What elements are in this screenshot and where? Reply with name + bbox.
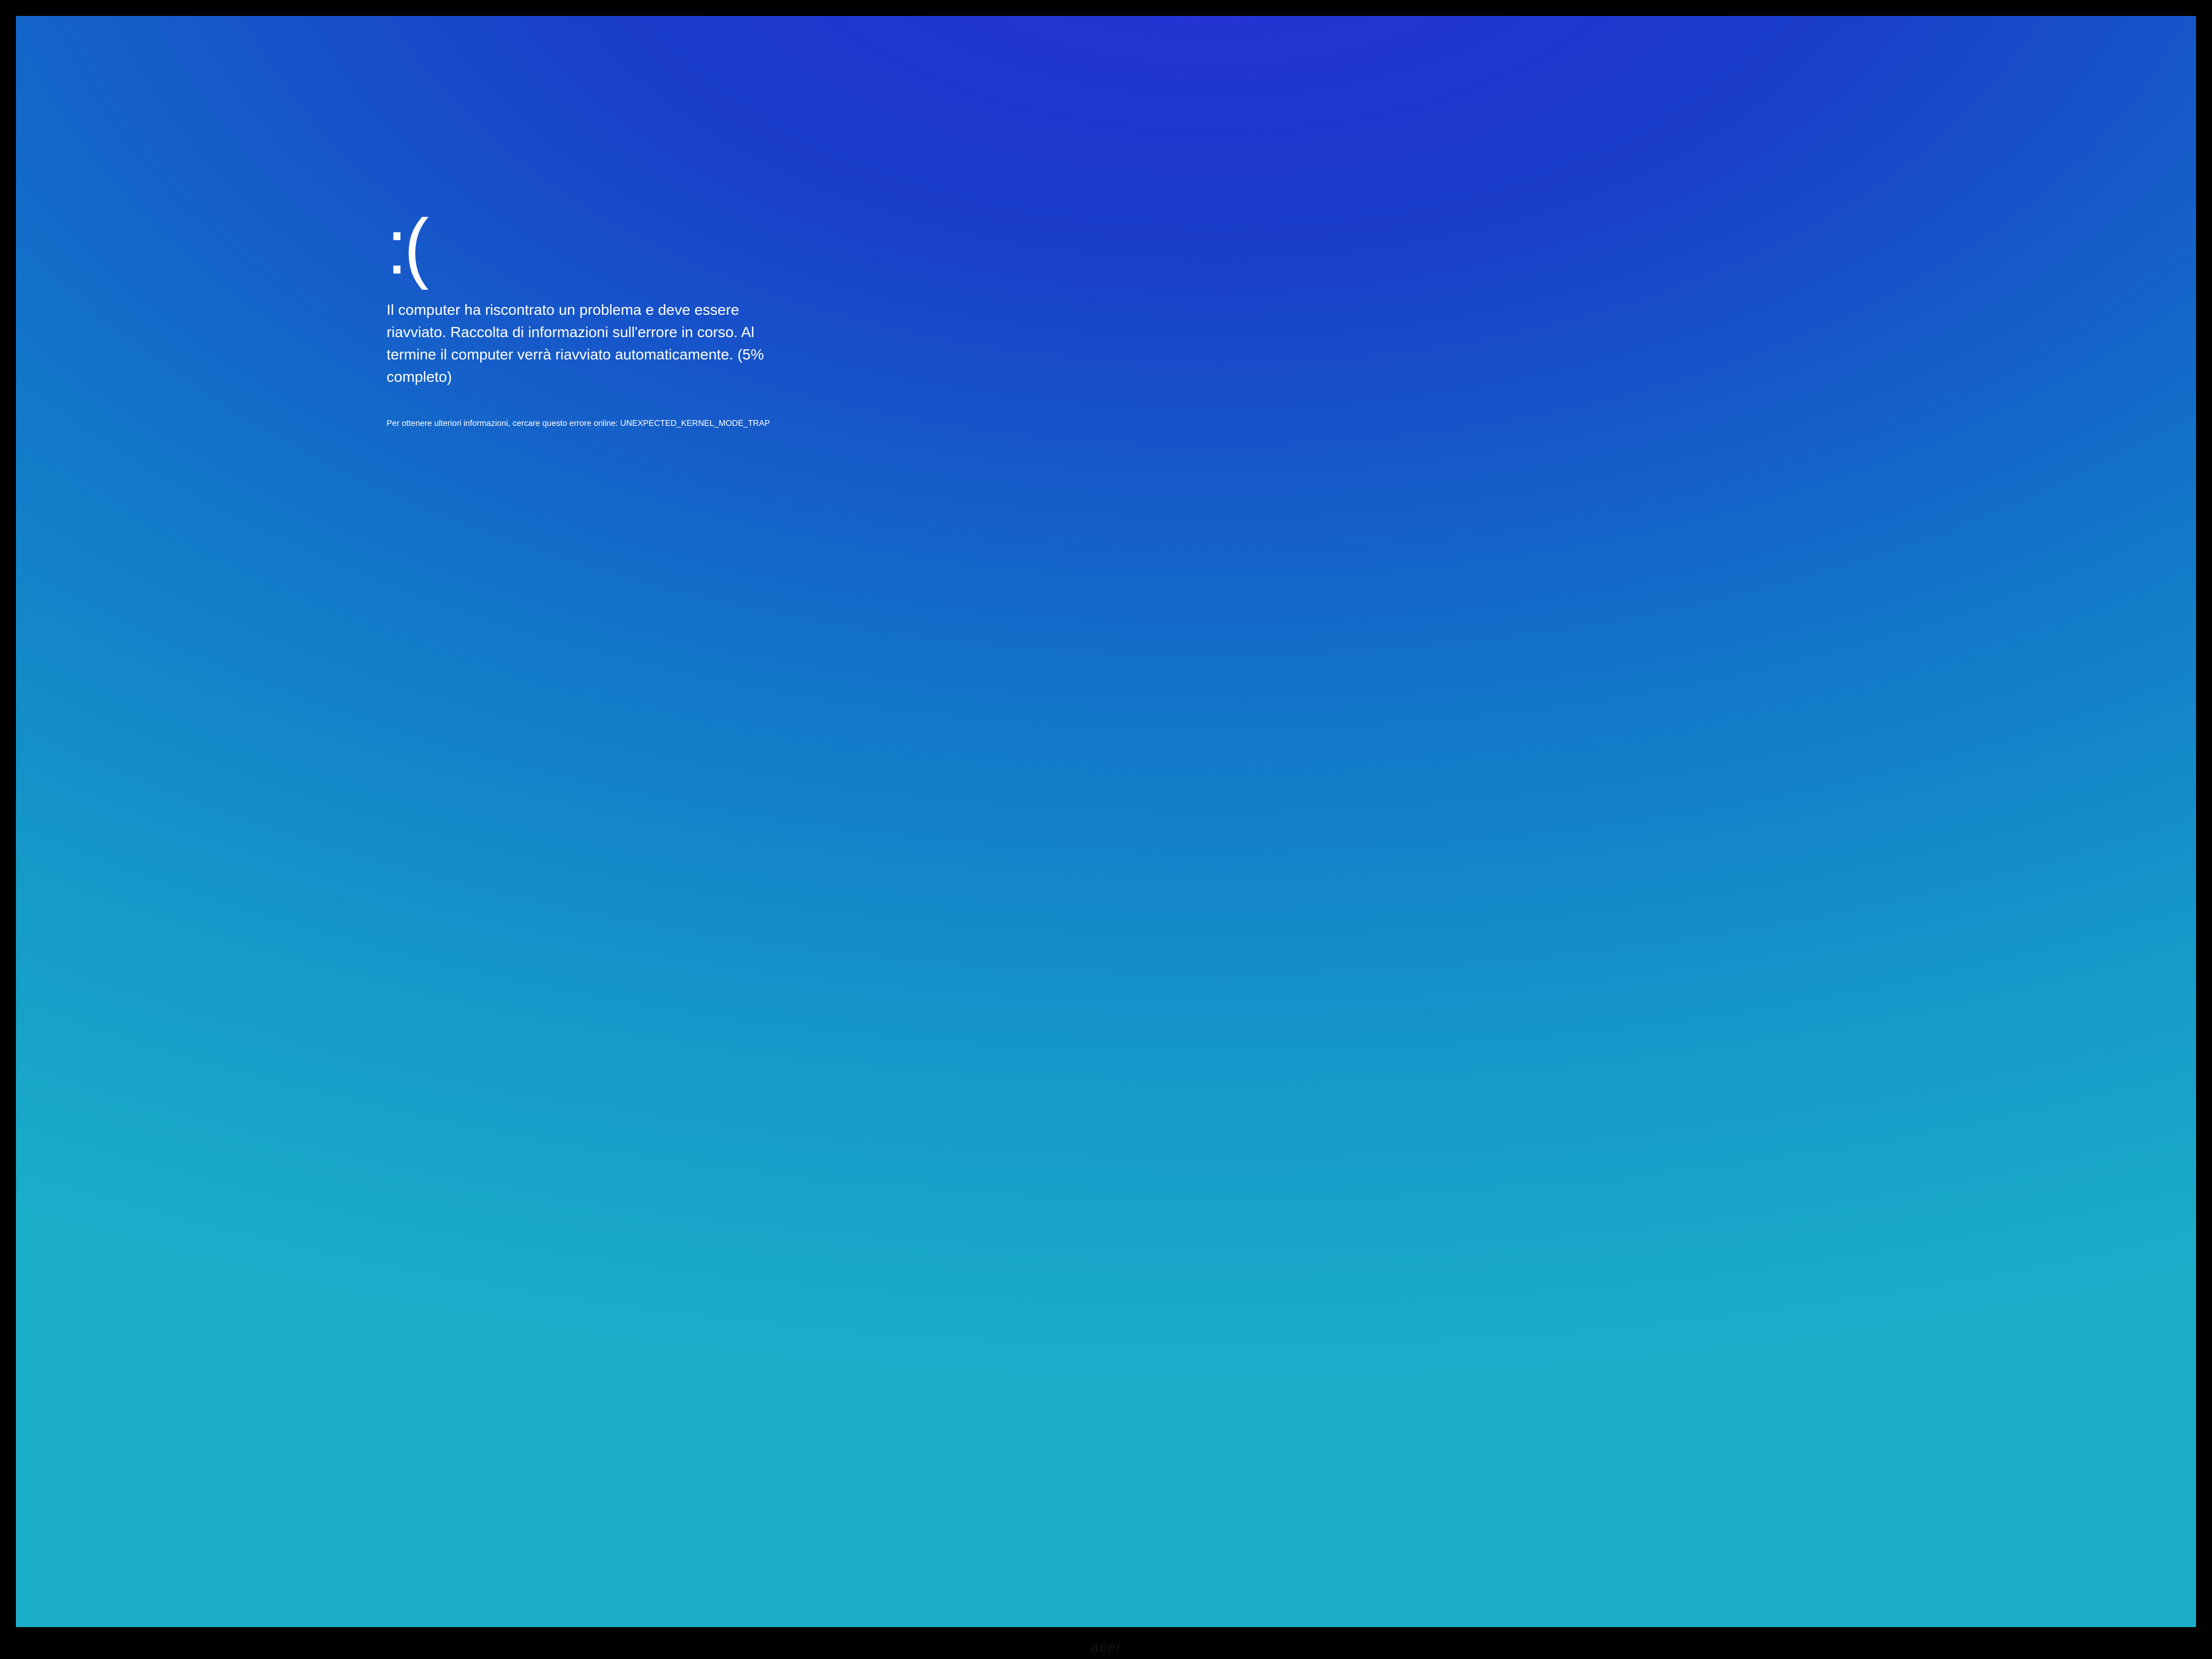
monitor-frame: :( Il computer ha riscontrato un problem…: [0, 0, 2212, 1659]
bsod-error-code: UNEXPECTED_KERNEL_MODE_TRAP: [620, 419, 770, 428]
bsod-message: Il computer ha riscontrato un problema e…: [387, 299, 801, 388]
bsod-details: Per ottenere ulteriori informazioni, cer…: [387, 418, 823, 430]
sad-face-icon: :(: [387, 207, 426, 286]
monitor-brand-label: acer: [1091, 1639, 1121, 1656]
bsod-content: :( Il computer ha riscontrato un problem…: [387, 210, 823, 430]
bsod-screen: :( Il computer ha riscontrato un problem…: [16, 16, 2196, 1627]
bsod-info-prefix: Per ottenere ulteriori informazioni, cer…: [387, 419, 620, 428]
